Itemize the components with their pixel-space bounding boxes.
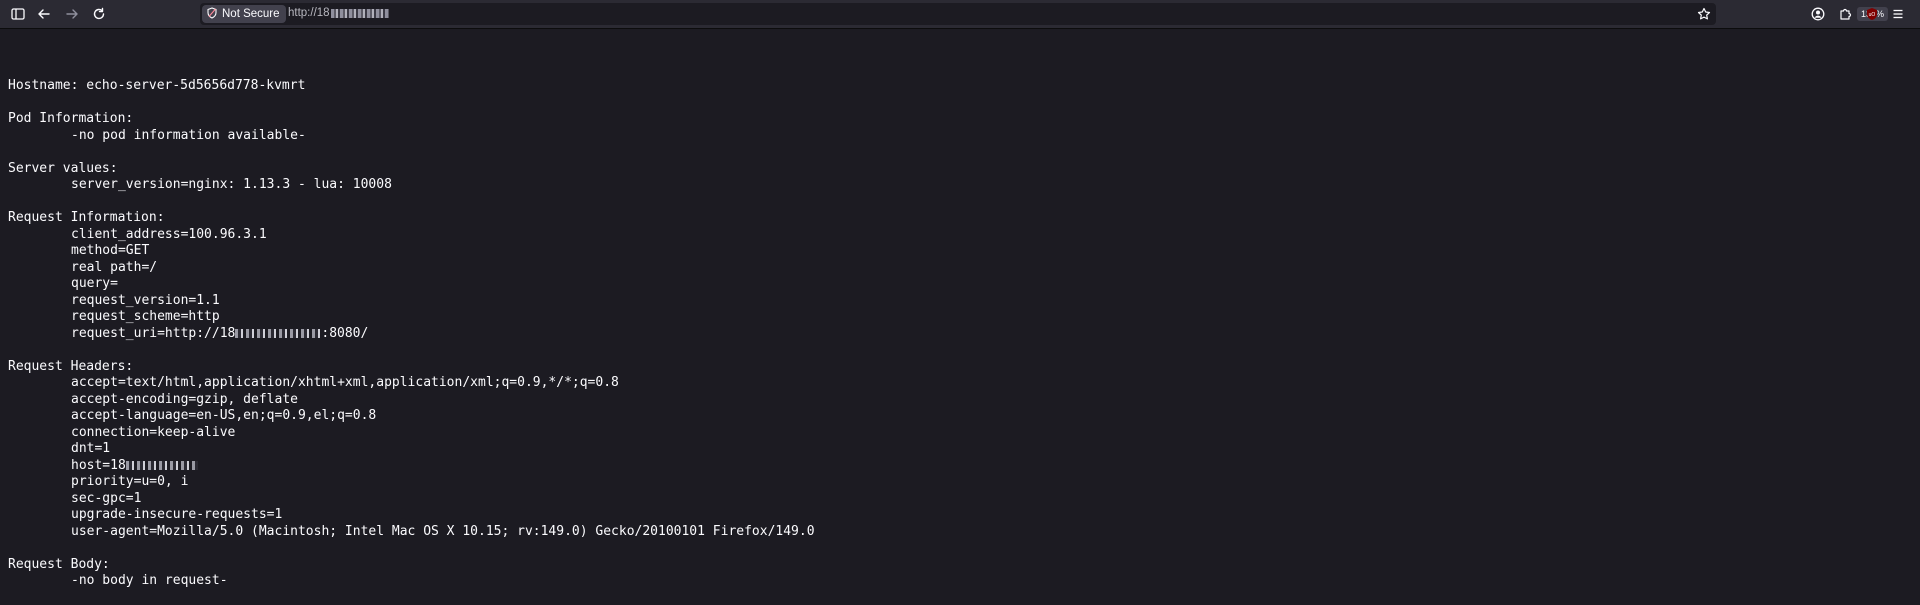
header-line: priority=u=0, i [71, 474, 189, 489]
request-info-line: client_address=100.96.3.1 [71, 226, 267, 242]
bookmark-star-icon[interactable] [1694, 4, 1714, 24]
request-body-heading: Request Body: [8, 556, 110, 572]
request-info-line: query= [71, 276, 118, 291]
header-line: accept-encoding=gzip, deflate [71, 391, 298, 407]
echo-server-output: Hostname: echo-server-5d5656d778-kvmrt Po… [8, 78, 815, 590]
request-headers-heading: Request Headers: [8, 358, 134, 374]
request-info-line: real path=/ [71, 259, 158, 275]
url-prefix: http://18 [288, 7, 330, 19]
server-values-heading: Server values: [8, 160, 118, 176]
account-icon[interactable] [1808, 4, 1828, 24]
url-text[interactable]: http://18 [288, 7, 389, 19]
forward-arrow-icon[interactable] [62, 4, 82, 24]
not-secure-badge[interactable]: Not Secure [202, 5, 286, 23]
header-line: accept=text/html,application/xhtml+xml,a… [71, 375, 619, 390]
extensions-icon[interactable] [1835, 4, 1855, 24]
redacted-ip [235, 328, 322, 338]
sidebar-icon[interactable] [8, 4, 28, 24]
header-line: dnt=1 [71, 441, 111, 456]
server-version-line: server_version=nginx: 1.13.3 - lua: 1000… [71, 177, 392, 192]
not-secure-label: Not Secure [222, 8, 280, 20]
back-arrow-icon[interactable] [34, 4, 54, 24]
host-prefix: host=18 [71, 457, 126, 473]
request-info-heading: Request Information: [8, 210, 165, 225]
header-line: user-agent=Mozilla/5.0 (Macintosh; Intel… [71, 523, 815, 539]
header-line: upgrade-insecure-requests=1 [71, 507, 283, 522]
request-uri-prefix: request_uri=http://18 [71, 325, 236, 341]
hostname-line: Hostname: echo-server-5d5656d778-kvmrt [8, 78, 306, 93]
header-line: sec-gpc=1 [71, 490, 142, 506]
redacted-host [125, 460, 198, 470]
request-info-line: request_scheme=http [71, 309, 220, 324]
request-info-line: request_version=1.1 [71, 292, 220, 308]
header-line: accept-language=en-US,en;q=0.9,el;q=0.8 [71, 408, 377, 423]
pod-info-heading: Pod Information: [8, 111, 134, 126]
url-bar[interactable]: Not Secure http://18 133% [200, 3, 1889, 25]
request-uri-line: request_uri=http://18 :8080/ [8, 326, 815, 343]
pod-info-value: -no pod information available- [71, 127, 306, 143]
host-header-line: host=18 [8, 458, 815, 475]
request-uri-suffix: :8080/ [321, 325, 369, 341]
request-info-line: method=GET [71, 243, 150, 258]
request-body-value: -no body in request- [71, 573, 228, 588]
browser-toolbar: Not Secure http://18 133% uO [0, 0, 1920, 29]
hamburger-menu-icon[interactable] [1888, 4, 1908, 24]
redacted-url [330, 8, 389, 18]
svg-text:uO: uO [1869, 12, 1876, 18]
shield-icon [206, 6, 218, 22]
header-line: connection=keep-alive [71, 424, 236, 440]
reload-icon[interactable] [89, 4, 109, 24]
ublock-origin-icon[interactable]: uO [1862, 4, 1882, 24]
